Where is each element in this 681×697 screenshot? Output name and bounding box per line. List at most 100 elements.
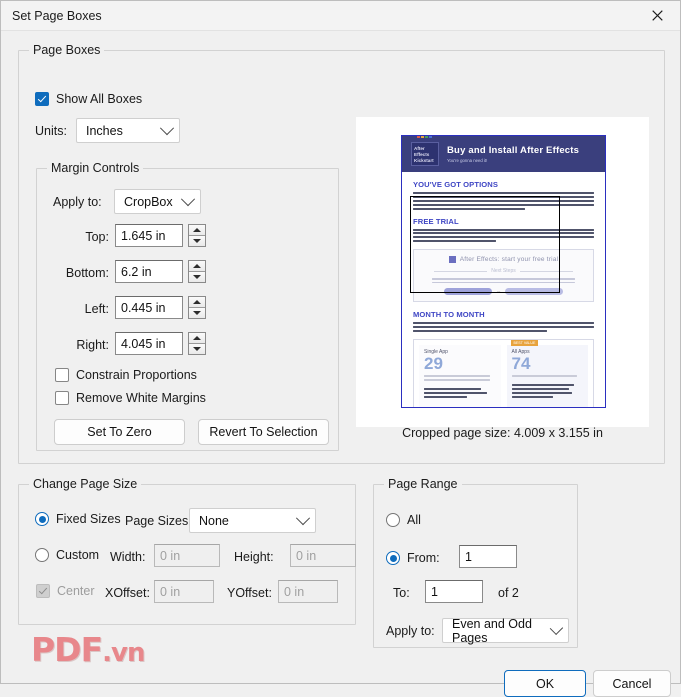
left-margin-label: Left:: [84, 302, 109, 316]
radio-indicator: [35, 548, 49, 562]
show-all-boxes-checkbox[interactable]: Show All Boxes: [35, 92, 142, 106]
spinner-down-icon[interactable]: [189, 236, 205, 246]
dialog-body: Page Boxes Show All Boxes Units: Inches …: [1, 31, 680, 697]
constrain-proportions-label: Constrain Proportions: [76, 368, 197, 382]
spinner-down-icon[interactable]: [189, 272, 205, 282]
xoffset-input[interactable]: 0 in: [154, 580, 214, 603]
margin-apply-to-select[interactable]: CropBox: [114, 189, 201, 214]
spinner-up-icon[interactable]: [189, 333, 205, 344]
right-margin-input[interactable]: 4.045 in: [115, 332, 183, 355]
top-margin-spinner[interactable]: [188, 224, 206, 247]
checkbox-indicator: [35, 92, 49, 106]
left-margin-input[interactable]: 0.445 in: [115, 296, 183, 319]
total-pages-label: of 2: [498, 586, 519, 600]
yoffset-input[interactable]: 0 in: [278, 580, 338, 603]
radio-indicator: [35, 512, 49, 526]
show-all-boxes-label: Show All Boxes: [56, 92, 143, 106]
fixed-sizes-radio[interactable]: Fixed Sizes: [35, 512, 121, 526]
bottom-margin-spinner[interactable]: [188, 260, 206, 283]
top-margin-stepper[interactable]: 1.645 in: [115, 224, 206, 247]
units-value: Inches: [86, 123, 123, 138]
page-sizes-label: Page Sizes:: [125, 514, 192, 528]
preview-doc-subtitle: You're gonna need it!: [447, 158, 488, 163]
page-range-apply-to-select[interactable]: Even and Odd Pages: [442, 616, 569, 645]
cropped-page-size-label: Cropped page size: 4.009 x 3.155 in: [402, 426, 603, 440]
page-boxes-legend: Page Boxes: [29, 43, 105, 57]
checkbox-indicator: [36, 584, 50, 598]
from-page-radio[interactable]: From:: [386, 551, 440, 565]
preview-paragraph: [413, 322, 594, 333]
remove-white-margins-checkbox[interactable]: Remove White Margins: [55, 391, 206, 405]
right-margin-stepper[interactable]: 4.045 in: [115, 332, 206, 355]
margin-apply-to-label: Apply to:: [53, 195, 102, 209]
set-page-boxes-dialog: Set Page Boxes Page Boxes Show All Boxes…: [0, 0, 681, 697]
close-icon[interactable]: [634, 1, 680, 30]
xoffset-label: XOffset:: [105, 586, 150, 600]
preview-paragraph: [413, 192, 594, 210]
left-margin-stepper[interactable]: 0.445 in: [115, 296, 206, 319]
change-page-size-group: Change Page Size Fixed Sizes Page Sizes:…: [18, 477, 356, 625]
to-page-label: To:: [393, 586, 410, 600]
page-range-apply-to-label: Apply to:: [386, 624, 435, 638]
width-label: Width:: [110, 550, 146, 564]
to-page-input[interactable]: 1: [425, 580, 483, 603]
radio-indicator: [386, 513, 400, 527]
preview-doc-title: Buy and Install After Effects: [447, 145, 580, 156]
page-boxes-group: Page Boxes Show All Boxes Units: Inches …: [18, 43, 665, 464]
checkbox-indicator: [55, 368, 69, 382]
bottom-margin-input[interactable]: 6.2 in: [115, 260, 183, 283]
preview-card-buttons: or: [422, 288, 585, 296]
units-select[interactable]: Inches: [76, 118, 180, 143]
margin-controls-group: Margin Controls Apply to: CropBox Top: 1…: [36, 161, 339, 451]
left-margin-spinner[interactable]: [188, 296, 206, 319]
preview-next-steps: Next Steps: [434, 268, 573, 274]
preview-heading-options: YOU'VE GOT OPTIONS: [413, 180, 499, 189]
chevron-down-icon: [180, 191, 196, 206]
from-page-label: From:: [407, 551, 440, 565]
spinner-up-icon[interactable]: [189, 297, 205, 308]
watermark-suffix: .vn: [102, 638, 145, 668]
units-label: Units:: [35, 124, 67, 138]
all-pages-radio[interactable]: All: [386, 513, 421, 527]
from-page-input[interactable]: 1: [459, 545, 517, 568]
page-sizes-select[interactable]: None: [189, 508, 316, 533]
page-sizes-value: None: [199, 513, 229, 528]
spinner-up-icon[interactable]: [189, 261, 205, 272]
page-range-apply-to-value: Even and Odd Pages: [452, 616, 532, 645]
right-margin-spinner[interactable]: [188, 332, 206, 355]
preview-doc-logo: After Effects Kickstart: [411, 142, 439, 166]
preview-heading-free-trial: FREE TRIAL: [413, 216, 459, 226]
set-to-zero-button[interactable]: Set To Zero: [54, 419, 185, 445]
after-effects-icon: [448, 256, 456, 264]
top-margin-input[interactable]: 1.645 in: [115, 224, 183, 247]
title-bar: Set Page Boxes: [1, 1, 680, 31]
preview-plan-all-apps: BEST VALUE All Apps 74: [506, 340, 588, 407]
page-preview[interactable]: After Effects Kickstart Buy and Install …: [356, 117, 649, 427]
constrain-proportions-checkbox[interactable]: Constrain Proportions: [55, 368, 197, 382]
preview-trial-card-title: After Effects: start your free trial: [422, 256, 585, 264]
chevron-down-icon: [295, 510, 311, 525]
preview-doc-header: After Effects Kickstart Buy and Install …: [402, 136, 605, 172]
revert-to-selection-button[interactable]: Revert To Selection: [198, 419, 329, 445]
preview-plan-single: Single App 29: [419, 345, 501, 407]
kickstart-logo-icon: [417, 136, 432, 138]
bottom-margin-stepper[interactable]: 6.2 in: [115, 260, 206, 283]
height-label: Height:: [234, 550, 274, 564]
all-pages-label: All: [407, 513, 421, 527]
yoffset-label: YOffset:: [227, 586, 272, 600]
page-range-legend: Page Range: [384, 477, 462, 491]
chevron-down-icon: [159, 120, 175, 135]
center-checkbox[interactable]: Center: [36, 584, 95, 598]
preview-paragraph: [432, 278, 575, 284]
page-range-group: Page Range All From: 1 To: 1 of 2 Apply …: [373, 477, 578, 648]
spinner-down-icon[interactable]: [189, 308, 205, 318]
height-input[interactable]: 0 in: [290, 544, 356, 567]
custom-radio[interactable]: Custom: [35, 548, 99, 562]
window-title: Set Page Boxes: [12, 8, 102, 23]
preview-doc-body: YOU'VE GOT OPTIONS FREE TRIAL After Effe…: [402, 172, 605, 407]
watermark: PDF.vn: [31, 630, 145, 669]
top-margin-label: Top:: [85, 230, 109, 244]
spinner-up-icon[interactable]: [189, 225, 205, 236]
spinner-down-icon[interactable]: [189, 344, 205, 354]
width-input[interactable]: 0 in: [154, 544, 220, 567]
